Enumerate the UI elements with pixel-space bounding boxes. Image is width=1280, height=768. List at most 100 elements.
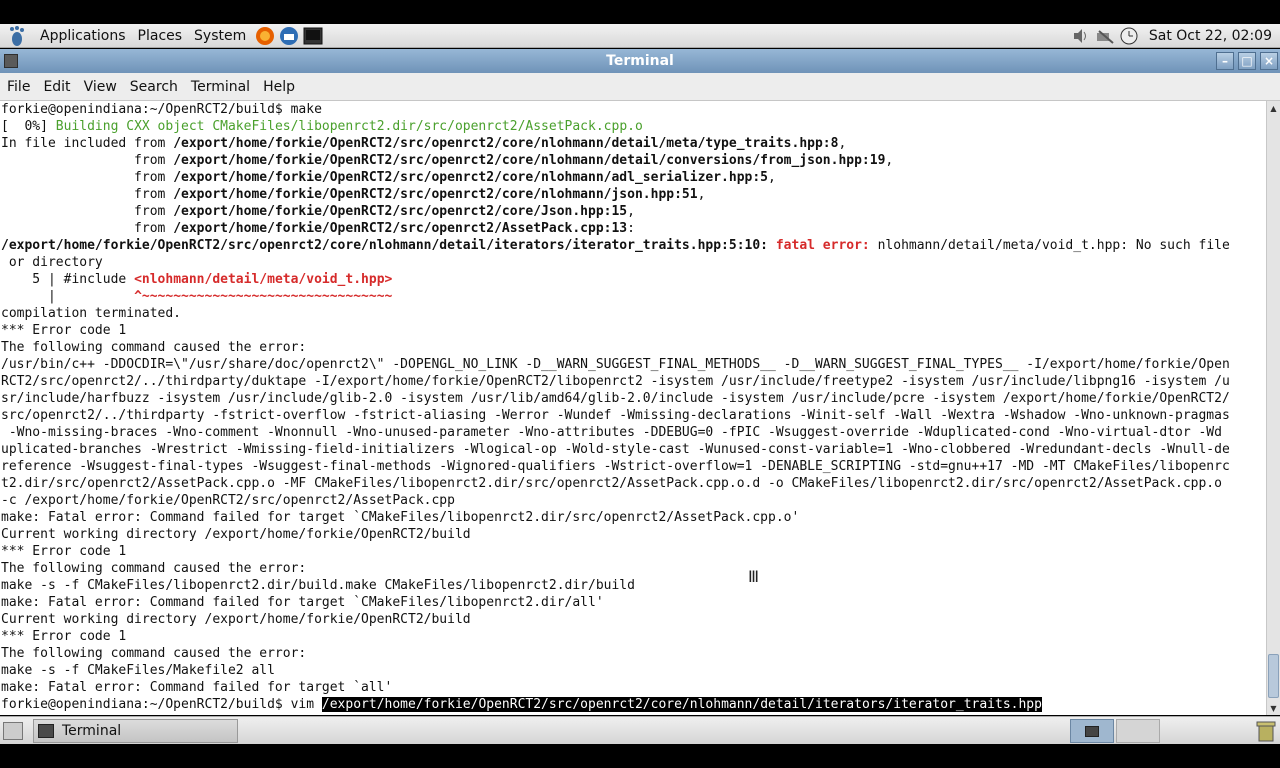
terminal-text-segment: -c /export/home/forkie/OpenRCT2/src/open… [1, 493, 455, 508]
workspace-1[interactable] [1070, 719, 1114, 743]
terminal-line: 5 | #include <nlohmann/detail/meta/void_… [1, 271, 1266, 288]
terminal-line: reference -Wsuggest-final-types -Wsugges… [1, 458, 1266, 475]
terminal-text-segment: /export/home/forkie/OpenRCT2/src/openrct… [321, 697, 1042, 712]
terminal-line: compilation terminated. [1, 305, 1266, 322]
terminal-text-segment: -Wno-missing-braces -Wno-comment -Wnonnu… [1, 425, 1222, 440]
terminal-text-segment: , [697, 187, 706, 202]
terminal-text-segment: RCT2/src/openrct2/../thirdparty/duktape … [1, 374, 1230, 389]
terminal-text-segment: Current working directory /export/home/f… [1, 612, 471, 627]
thunderbird-launcher-icon[interactable] [278, 25, 300, 47]
terminal-text-segment: or directory [1, 255, 103, 270]
menu-file[interactable]: File [0, 79, 37, 95]
terminal-line: -Wno-missing-braces -Wno-comment -Wnonnu… [1, 424, 1266, 441]
terminal-line: *** Error code 1 [1, 322, 1266, 339]
terminal-task-icon [38, 723, 54, 738]
terminal-text-segment: /export/home/forkie/OpenRCT2/src/openrct… [1, 238, 776, 253]
terminal-text-segment: /export/home/forkie/OpenRCT2/src/openrct… [173, 170, 769, 185]
terminal-line: forkie@openindiana:~/OpenRCT2/build$ vim… [1, 696, 1266, 713]
terminal-menubar: File Edit View Search Terminal Help [0, 73, 1280, 101]
terminal-line: from /export/home/forkie/OpenRCT2/src/op… [1, 203, 1266, 220]
terminal-line: [ 0%] Building CXX object CMakeFiles/lib… [1, 118, 1266, 135]
scrollbar-thumb[interactable] [1268, 654, 1279, 698]
terminal-text-segment: src/openrct2/../thirdparty -fstrict-over… [1, 408, 1230, 423]
terminal-text-segment: | [1, 289, 135, 304]
terminal-line: make: Fatal error: Command failed for ta… [1, 679, 1266, 696]
system-menu[interactable]: System [188, 24, 252, 48]
terminal-line: *** Error code 1 [1, 543, 1266, 560]
text-cursor-icon: Ⅲ [748, 567, 760, 586]
terminal-line: t2.dir/src/openrct2/AssetPack.cpp.o -MF … [1, 475, 1266, 492]
taskbar-terminal-label: Terminal [62, 722, 122, 739]
terminal-text-segment: compilation terminated. [1, 306, 182, 321]
terminal-line: forkie@openindiana:~/OpenRCT2/build$ mak… [1, 101, 1266, 118]
terminal-text-segment: t2.dir/src/openrct2/AssetPack.cpp.o -MF … [1, 476, 1222, 491]
network-icon[interactable] [1094, 25, 1116, 47]
terminal-line: Current working directory /export/home/f… [1, 526, 1266, 543]
terminal-text-segment: /export/home/forkie/OpenRCT2/src/openrct… [173, 136, 839, 151]
window-menu-icon[interactable] [4, 54, 18, 68]
terminal-line: -c /export/home/forkie/OpenRCT2/src/open… [1, 492, 1266, 509]
terminal-text-segment: *** Error code 1 [1, 323, 127, 338]
window-title: Terminal [606, 53, 674, 69]
scroll-down-icon[interactable]: ▼ [1267, 701, 1280, 715]
terminal-text-segment: sr/include/harfbuzz -isystem /usr/includ… [1, 391, 1230, 406]
terminal-line: /usr/bin/c++ -DDOCDIR=\"/usr/share/doc/o… [1, 356, 1266, 373]
terminal-text-segment: fatal error: [775, 238, 878, 253]
scroll-up-icon[interactable]: ▲ [1267, 101, 1280, 115]
terminal-line: The following command caused the error: [1, 339, 1266, 356]
terminal-launcher-icon[interactable] [302, 25, 324, 47]
window-titlebar[interactable]: Terminal – □ × [0, 49, 1280, 73]
volume-icon[interactable] [1070, 25, 1092, 47]
terminal-line: *** Error code 1 [1, 628, 1266, 645]
terminal-text-segment: /export/home/forkie/OpenRCT2/src/openrct… [173, 204, 628, 219]
maximize-button[interactable]: □ [1238, 52, 1256, 70]
applications-menu[interactable]: Applications [34, 24, 132, 48]
terminal-text-segment: /export/home/forkie/OpenRCT2/src/openrct… [173, 153, 886, 168]
terminal-text-segment: In file included from [1, 136, 174, 151]
terminal-line: make -s -f CMakeFiles/Makefile2 all [1, 662, 1266, 679]
terminal-line: /export/home/forkie/OpenRCT2/src/openrct… [1, 237, 1266, 254]
terminal-text-segment: forkie@openindiana:~/OpenRCT2/build$ vim [1, 697, 322, 712]
terminal-text-segment: The following command caused the error: [1, 561, 307, 576]
terminal-text-segment: The following command caused the error: [1, 646, 307, 661]
workspace-window-icon [1085, 725, 1099, 737]
terminal-line: Current working directory /export/home/f… [1, 611, 1266, 628]
menu-view[interactable]: View [78, 79, 124, 95]
menu-help[interactable]: Help [257, 79, 302, 95]
terminal-text-segment: The following command caused the error: [1, 340, 307, 355]
vertical-scrollbar[interactable]: ▲ ▼ [1266, 101, 1280, 715]
terminal-text-segment: from [1, 204, 174, 219]
terminal-output[interactable]: forkie@openindiana:~/OpenRCT2/build$ mak… [0, 101, 1266, 715]
terminal-text-segment: make -s -f CMakeFiles/Makefile2 all [1, 663, 275, 678]
terminal-text-segment: make: Fatal error: Command failed for ta… [1, 595, 604, 610]
terminal-text-segment: <nlohmann/detail/meta/void_t.hpp> [134, 272, 393, 287]
clock[interactable]: Sat Oct 22, 02:09 [1141, 28, 1280, 44]
terminal-text-segment: : [627, 221, 635, 236]
taskbar-terminal-button[interactable]: Terminal [33, 718, 238, 743]
bottom-panel: Terminal [0, 716, 1280, 744]
terminal-line: make: Fatal error: Command failed for ta… [1, 594, 1266, 611]
trash-icon[interactable] [1256, 720, 1276, 742]
terminal-text-segment: from [1, 170, 174, 185]
terminal-text-segment: make: Fatal error: Command failed for ta… [1, 510, 800, 525]
terminal-line: or directory [1, 254, 1266, 271]
terminal-line: from /export/home/forkie/OpenRCT2/src/op… [1, 169, 1266, 186]
menu-edit[interactable]: Edit [37, 79, 77, 95]
close-button[interactable]: × [1260, 52, 1278, 70]
terminal-text-segment: 5 | #include [1, 272, 135, 287]
show-desktop-icon[interactable] [3, 721, 23, 740]
minimize-button[interactable]: – [1216, 52, 1234, 70]
places-menu[interactable]: Places [132, 24, 189, 48]
clock-applet-icon[interactable] [1118, 25, 1140, 47]
gnome-foot-icon[interactable] [6, 25, 28, 47]
workspace-2[interactable] [1116, 719, 1160, 743]
terminal-text-segment: make -s -f CMakeFiles/libopenrct2.dir/bu… [1, 578, 635, 593]
firefox-launcher-icon[interactable] [254, 25, 276, 47]
terminal-text-segment: ^~~~~~~~~~~~~~~~~~~~~~~~~~~~~~~~~ [134, 289, 393, 304]
menu-search[interactable]: Search [124, 79, 185, 95]
terminal-text-segment: uplicated-branches -Wrestrict -Wmissing-… [1, 442, 1230, 457]
menu-terminal[interactable]: Terminal [185, 79, 257, 95]
terminal-line: The following command caused the error: [1, 560, 1266, 577]
terminal-line: sr/include/harfbuzz -isystem /usr/includ… [1, 390, 1266, 407]
terminal-line: src/openrct2/../thirdparty -fstrict-over… [1, 407, 1266, 424]
